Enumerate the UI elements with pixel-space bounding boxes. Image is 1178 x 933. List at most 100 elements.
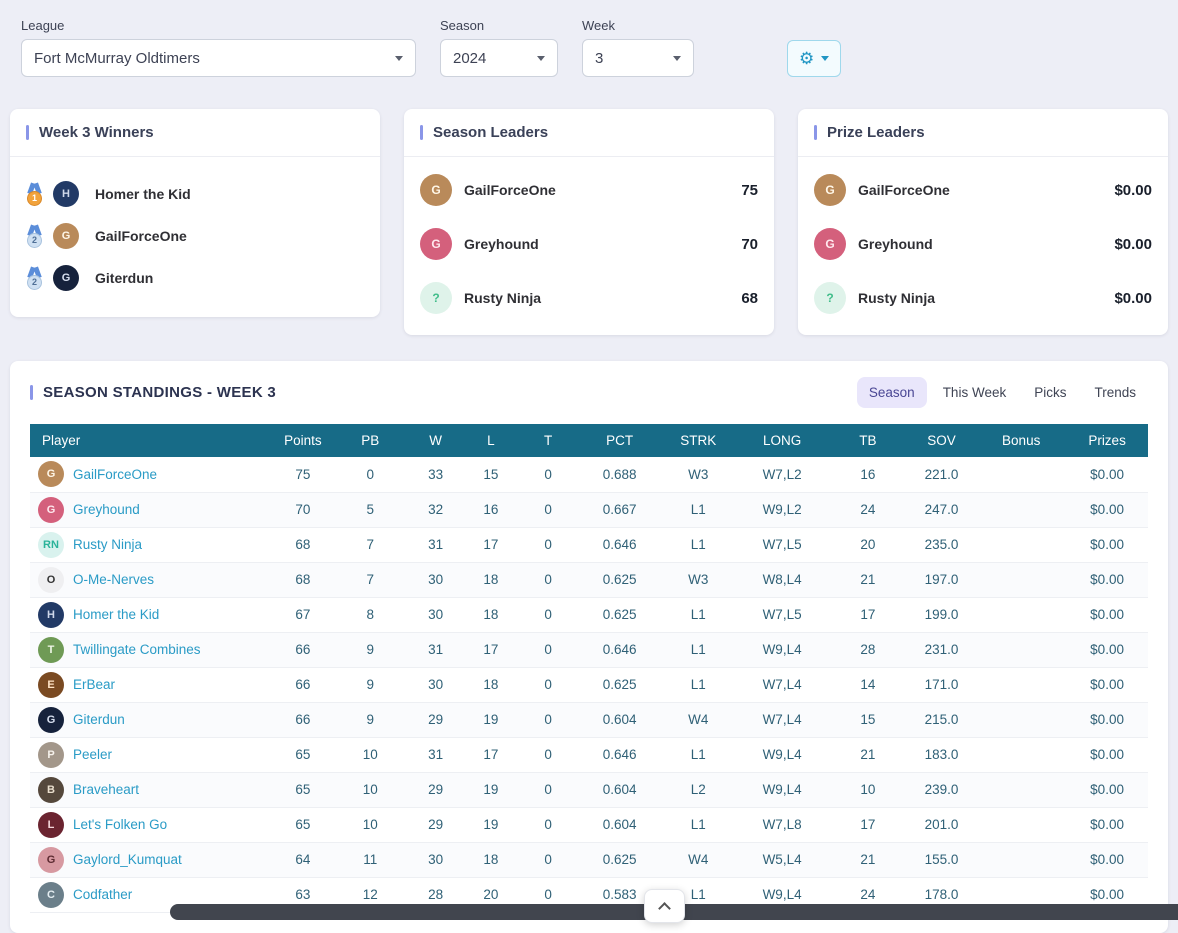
cell-w: 29 [408,702,463,737]
cell-pct: 0.604 [578,807,662,842]
week-winners-card: Week 3 Winners 1HHomer the Kid2GGailForc… [10,109,380,317]
cell-w: 30 [408,842,463,877]
season-label: Season [440,18,558,33]
player-link[interactable]: Codfather [73,887,132,902]
leader-item: GGreyhound$0.00 [814,217,1152,271]
cell-w: 30 [408,597,463,632]
cell-tb: 15 [829,702,907,737]
cell-strk: L1 [662,667,736,702]
player-name: Rusty Ninja [858,290,935,306]
cell-sov: 247.0 [907,492,976,527]
season-select[interactable]: 2024 [440,39,558,77]
cell-l: 19 [463,807,518,842]
cell-strk: L2 [662,772,736,807]
player-link[interactable]: ErBear [73,677,115,692]
filters-bar: League Fort McMurray Oldtimers Season 20… [0,0,1178,77]
player-link[interactable]: GailForceOne [73,467,157,482]
cell-long: W8,L4 [735,562,829,597]
tab-season[interactable]: Season [857,377,927,408]
column-header: STRK [662,424,736,457]
chevron-down-icon [537,56,545,61]
winner-item: 1HHomer the Kid [26,173,364,215]
avatar: G [38,497,64,523]
avatar: ? [814,282,846,314]
cell-strk: W3 [662,562,736,597]
table-row: LLet's Folken Go6510291900.604L1W7,L8172… [30,807,1148,842]
player-name: GailForceOne [464,182,556,198]
prize-leaders-title: Prize Leaders [814,124,1152,141]
avatar: P [38,742,64,768]
cell-sov: 201.0 [907,807,976,842]
player-link[interactable]: Let's Folken Go [73,817,167,832]
medal-gold-icon: 1 [26,183,43,206]
cell-long: W9,L4 [735,632,829,667]
column-header: SOV [907,424,976,457]
cell-pb: 10 [332,737,408,772]
cell-points: 64 [273,842,332,877]
cell-prizes: $0.00 [1066,527,1148,562]
cell-w: 32 [408,492,463,527]
medal-rank: 1 [27,191,42,206]
cell-pb: 5 [332,492,408,527]
avatar: E [38,672,64,698]
cell-w: 31 [408,527,463,562]
standings-tbody: GGailForceOne750331500.688W3W7,L216221.0… [30,457,1148,912]
tab-trends[interactable]: Trends [1082,377,1148,408]
cell-points: 67 [273,597,332,632]
medal-rank: 2 [27,275,42,290]
cell-t: 0 [518,562,577,597]
cell-long: W9,L4 [735,772,829,807]
cell-bonus [976,632,1066,667]
cell-bonus [976,597,1066,632]
avatar: G [38,847,64,873]
cell-pb: 7 [332,527,408,562]
avatar: G [38,707,64,733]
prize-leaders-card-header: Prize Leaders [798,109,1168,157]
player-link[interactable]: Peeler [73,747,112,762]
player-cell: G Gaylord_Kumquat [30,842,273,877]
avatar: G [53,223,79,249]
player-link[interactable]: Rusty Ninja [73,537,142,552]
leader-value: 70 [741,236,758,253]
tab-this-week[interactable]: This Week [931,377,1019,408]
league-select[interactable]: Fort McMurray Oldtimers [21,39,416,77]
tab-picks[interactable]: Picks [1022,377,1078,408]
cell-points: 65 [273,772,332,807]
cell-prizes: $0.00 [1066,562,1148,597]
player-link[interactable]: Twillingate Combines [73,642,201,657]
cell-bonus [976,457,1066,492]
avatar: H [53,181,79,207]
cell-tb: 17 [829,807,907,842]
settings-button[interactable]: ⚙ [787,40,841,77]
avatar: B [38,777,64,803]
summary-cards: Week 3 Winners 1HHomer the Kid2GGailForc… [10,109,1168,335]
player-link[interactable]: Giterdun [73,712,125,727]
scroll-to-top-button[interactable] [644,889,685,923]
cell-pct: 0.625 [578,842,662,877]
cell-pb: 9 [332,702,408,737]
table-row: GGreyhound705321600.667L1W9,L224247.0$0.… [30,492,1148,527]
leader-value: $0.00 [1114,290,1152,307]
medal-silver-icon: 2 [26,267,43,290]
cell-pct: 0.646 [578,737,662,772]
avatar: G [814,174,846,206]
cell-tb: 21 [829,842,907,877]
table-header-row: PlayerPointsPBWLTPCTSTRKLONGTBSOVBonusPr… [30,424,1148,457]
cell-l: 16 [463,492,518,527]
player-wrap: GGailForceOne [34,461,269,487]
player-cell: E ErBear [30,667,273,702]
cell-sov: 235.0 [907,527,976,562]
week-select[interactable]: 3 [582,39,694,77]
cell-points: 68 [273,562,332,597]
player-link[interactable]: Homer the Kid [73,607,159,622]
player-cell: OO-Me-Nerves [30,562,273,597]
cell-points: 68 [273,527,332,562]
cell-sov: 239.0 [907,772,976,807]
column-header: Points [273,424,332,457]
season-filter: Season 2024 [440,18,558,77]
player-link[interactable]: Gaylord_Kumquat [73,852,182,867]
player-link[interactable]: Greyhound [73,502,140,517]
cell-pb: 9 [332,667,408,702]
player-link[interactable]: Braveheart [73,782,139,797]
player-link[interactable]: O-Me-Nerves [73,572,154,587]
